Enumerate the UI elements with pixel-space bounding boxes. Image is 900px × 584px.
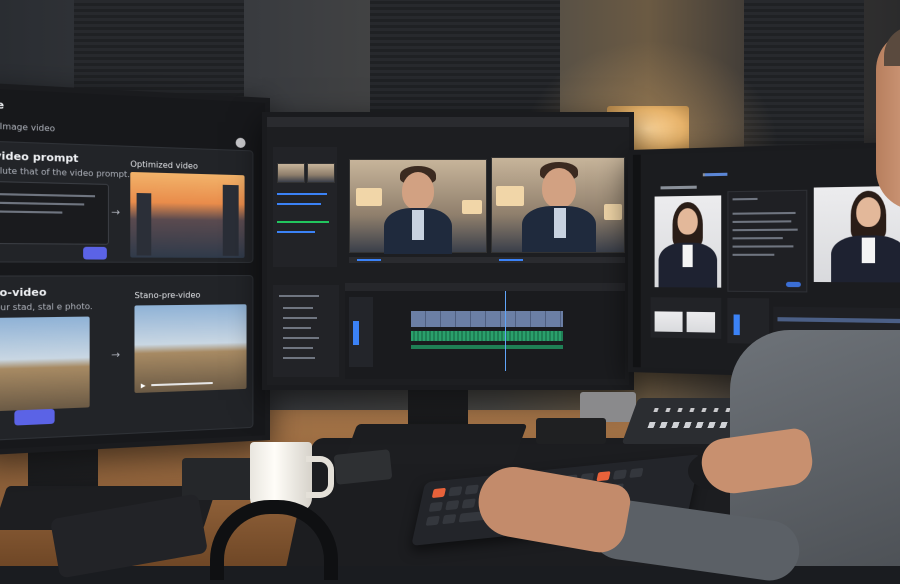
transport-controls[interactable]	[349, 257, 625, 263]
bin-meter	[277, 221, 329, 223]
bin-clip-thumbnail[interactable]	[277, 163, 305, 183]
create-video-button[interactable]	[14, 408, 55, 426]
video-editor-screen	[267, 117, 629, 385]
playhead[interactable]	[505, 291, 506, 371]
image-to-video-card: -to-video your stad, stal e photo. → Sta…	[0, 275, 254, 441]
section2-subtitle: your stad, stal e photo.	[0, 301, 93, 313]
script-panel[interactable]	[727, 189, 808, 293]
audio-track[interactable]	[411, 331, 563, 341]
play-icon[interactable]: ▶	[141, 382, 146, 389]
effects-panel	[273, 285, 339, 377]
output-video-player[interactable]: ▶	[134, 304, 247, 394]
center-monitor	[262, 112, 634, 390]
program-monitor[interactable]	[491, 157, 625, 253]
clip-thumbnail[interactable]	[686, 311, 716, 333]
prompt-textarea[interactable]	[0, 180, 110, 245]
bin-clip-thumbnail[interactable]	[307, 163, 335, 183]
section2-title: -to-video	[0, 287, 47, 300]
avatar-icon[interactable]	[235, 137, 246, 149]
source-photo[interactable]	[0, 316, 90, 412]
timeline-panel	[345, 283, 625, 379]
tab-image-video[interactable]: Image video	[0, 122, 55, 134]
clip-thumbnails-panel	[650, 297, 722, 339]
smartphone	[333, 449, 393, 485]
left-monitor: ne Image video -video prompt solute that…	[0, 82, 270, 456]
clip-thumbnail[interactable]	[654, 311, 683, 333]
tool-sidebar[interactable]	[632, 154, 641, 368]
media-bin-panel	[273, 147, 337, 267]
bin-meter	[277, 193, 327, 195]
output-video-label: Stano-pre-video	[134, 290, 201, 301]
section1-subtitle: solute that of the video prompt.	[0, 165, 130, 180]
video-scrubber[interactable]	[151, 381, 213, 387]
generate-button[interactable]	[83, 246, 107, 260]
bin-meter	[277, 203, 321, 205]
mug-handle	[306, 456, 334, 498]
arrow-right-icon: →	[111, 349, 121, 362]
arrow-right-icon: →	[111, 207, 121, 219]
avatar-preview[interactable]	[813, 185, 900, 283]
app-title-fragment: ne	[0, 99, 5, 112]
bin-meter	[277, 231, 315, 233]
external-drive	[182, 458, 254, 500]
video-clip-track[interactable]	[411, 311, 563, 327]
left-screen: ne Image video -video prompt solute that…	[0, 88, 266, 450]
tab-item[interactable]	[660, 185, 697, 190]
optimized-video-label: Optimized video	[130, 159, 198, 171]
source-monitor[interactable]	[349, 159, 487, 254]
render-button[interactable]	[785, 281, 801, 288]
optimized-video-thumbnail[interactable]	[130, 171, 245, 258]
usb-hub	[536, 418, 606, 444]
timeline-ruler[interactable]	[345, 283, 625, 291]
audio-track-2[interactable]	[411, 345, 563, 349]
track-headers[interactable]	[349, 297, 373, 367]
active-tab[interactable]	[704, 172, 728, 177]
text-to-video-card: -video prompt solute that of the video p…	[0, 140, 254, 263]
editor-menubar[interactable]	[267, 117, 629, 127]
section1-title: -video prompt	[0, 150, 79, 166]
avatar-source-image[interactable]	[654, 195, 722, 288]
